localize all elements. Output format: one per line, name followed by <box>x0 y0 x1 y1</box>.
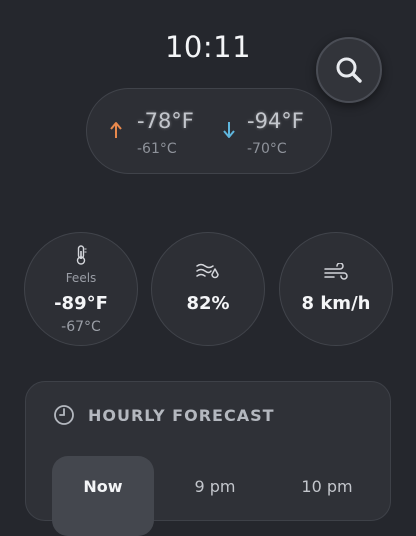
low-temp-f: -94°F <box>247 109 304 133</box>
hourly-forecast-panel: HOURLY FORECAST Now 9 pm 10 pm <box>25 381 391 536</box>
thermometer-icon <box>76 245 87 265</box>
feels-label: Feels <box>65 271 97 285</box>
high-temp-c: -61°C <box>137 141 177 157</box>
wind-value: 8 km/h <box>301 293 371 314</box>
high-low-panel: -78°F -61°C -94°F -70°C <box>86 88 332 174</box>
hour-label: 10 pm <box>301 477 353 496</box>
hourly-title: HOURLY FORECAST <box>88 406 275 425</box>
hour-item-now[interactable]: Now <box>52 456 154 536</box>
search-icon <box>336 57 362 83</box>
arrow-up-icon <box>110 122 122 138</box>
clock-icon <box>54 405 74 425</box>
hour-label: 9 pm <box>194 477 236 496</box>
wind-icon <box>324 263 348 280</box>
hour-label: Now <box>83 477 123 496</box>
humidity-card: 82% <box>151 232 265 346</box>
hour-item-10pm[interactable]: 10 pm <box>276 456 378 536</box>
arrow-down-icon <box>223 122 235 138</box>
wind-card: 8 km/h <box>279 232 393 346</box>
high-temp-f: -78°F <box>137 109 194 133</box>
low-temp-c: -70°C <box>247 141 287 157</box>
humidity-icon <box>196 263 219 279</box>
feels-value-c: -67°C <box>61 319 101 335</box>
search-button[interactable] <box>316 37 382 103</box>
hour-item-9pm[interactable]: 9 pm <box>164 456 266 536</box>
humidity-value: 82% <box>186 293 230 314</box>
feels-like-card: Feels -89°F -67°C <box>24 232 138 346</box>
feels-value-f: -89°F <box>54 293 108 314</box>
